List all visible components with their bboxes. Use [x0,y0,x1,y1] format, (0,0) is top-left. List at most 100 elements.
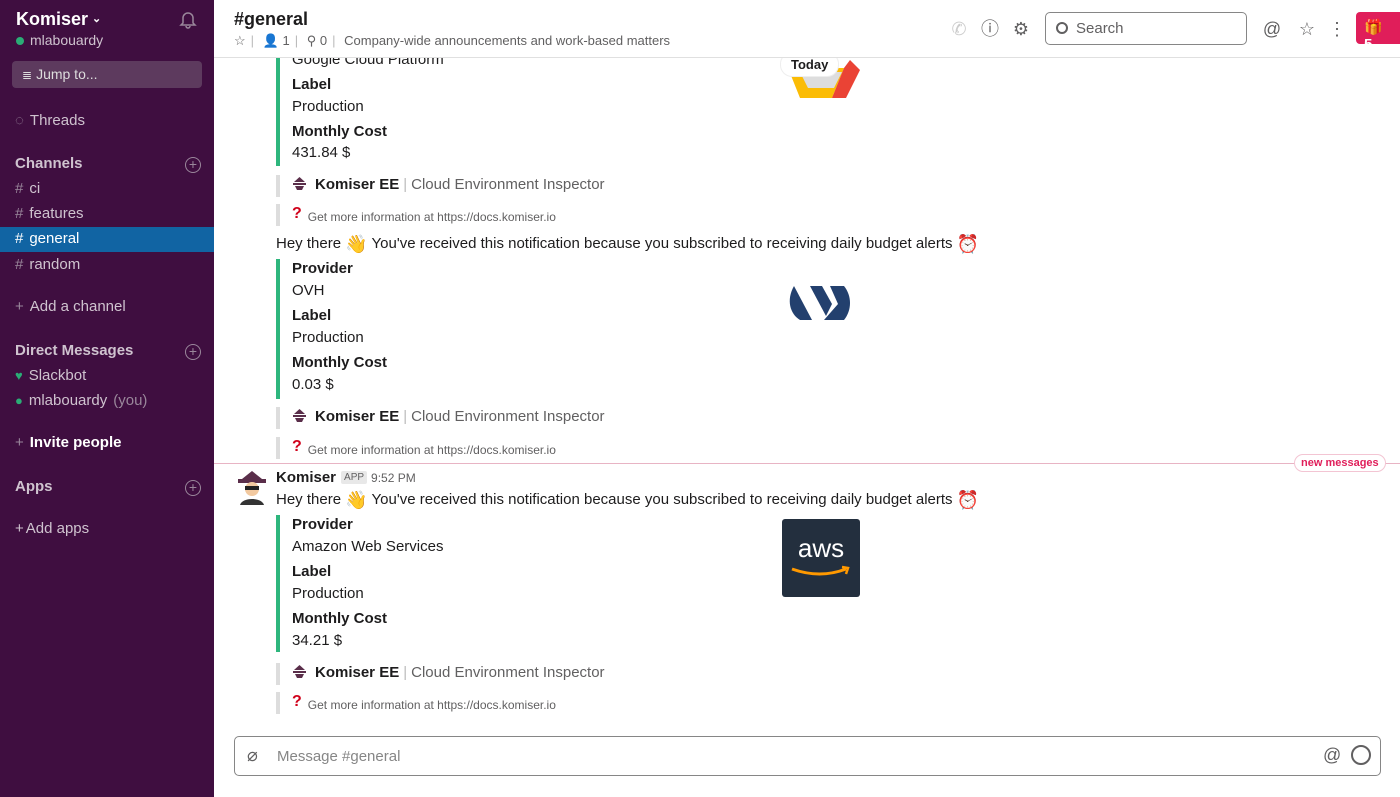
message-text: Hey there 👋 You've received this notific… [276,234,979,255]
label-title: Label [292,76,332,93]
gift-button[interactable]: 🎁 5 [1356,12,1400,53]
wave-icon: 👋 [345,234,368,254]
jump-label: Jump to... [36,66,98,82]
mentions-icon[interactable]: @ [1261,18,1283,40]
attachment-footer: Komiser EE | Cloud Environment Inspector [292,176,605,193]
workspace-name-label: Komiser [16,9,89,29]
search-input[interactable]: Search [1045,12,1247,45]
footer-bar [276,204,280,226]
you-suffix: (you) [113,392,148,409]
more-info-text: Get more information at https://docs.kom… [307,210,556,224]
add-channel-button[interactable]: + Add a channel [0,295,214,320]
jump-to-button[interactable]: ≣ Jump to... [12,61,202,88]
plus-icon: + [15,520,24,537]
attachment-bar [276,259,280,399]
attachment-footer: Komiser EE | Cloud Environment Inspector [292,408,605,425]
paperclip-icon[interactable]: ⌀ [247,745,258,766]
sidebar-item-general[interactable]: # general [0,227,214,252]
phone-icon[interactable]: ✆ [948,18,970,40]
aws-logo: aws [782,519,860,597]
today-divider: Today [780,58,840,77]
add-channel-icon[interactable]: + [185,157,201,173]
message-time[interactable]: 9:52 PM [371,471,416,485]
wave-icon: 👋 [345,490,368,510]
footer-bar [276,175,280,197]
add-app-icon[interactable]: + [185,480,201,496]
avatar[interactable] [236,469,268,505]
search-icon [1056,22,1068,34]
provider-title: Provider [292,260,353,277]
direct-messages-header[interactable]: Direct Messages [15,342,133,359]
plus-icon: + [15,434,24,451]
info-icon[interactable]: ⓘ [979,18,1001,40]
komiser-icon [293,409,306,422]
gift-icon: 🎁 [1364,19,1383,36]
invite-people-button[interactable]: + Invite people [0,431,214,456]
cost-title: Monthly Cost [292,354,387,371]
notification-text: You've received this notification becaus… [371,491,953,508]
invite-label: Invite people [29,434,122,451]
greeting: Hey there [276,235,342,252]
message-composer[interactable]: ⌀ Message #general @ [234,736,1381,776]
chevron-down-icon: ⌄ [92,13,102,25]
sidebar-item-features[interactable]: # features [0,202,214,227]
heart-icon: ♥ [15,368,23,383]
attachment-bar [276,515,280,652]
message-text: Hey there 👋 You've received this notific… [276,490,979,511]
workspace-user[interactable]: mlabouardy [16,32,103,48]
presence-icon [16,37,24,45]
user-name: mlabouardy [30,32,104,48]
provider-value: Google Cloud Platform [292,58,444,68]
sidebar-item-self[interactable]: ● mlabouardy (you) [0,389,214,414]
aws-logo-text: aws [797,533,845,563]
workspace-name[interactable]: Komiser ⌄ [16,9,101,30]
sidebar-item-threads[interactable]: ◌ Threads [0,109,214,134]
dm-label: mlabouardy [28,392,108,409]
star-icon[interactable]: ☆ [234,33,246,48]
hash-icon: # [15,256,24,273]
channels-header[interactable]: Channels [15,155,83,172]
footer-bar [276,437,280,459]
presence-icon: ● [15,393,23,408]
hash-icon: # [15,230,24,247]
more-info: ? Get more information at https://docs.ko… [292,205,556,224]
add-apps-label: Add apps [25,520,90,537]
channel-label: general [29,230,80,247]
provider-title: Provider [292,516,353,533]
label-title: Label [292,307,332,324]
label-value: Production [292,329,364,346]
sidebar-item-random[interactable]: # random [0,253,214,278]
starred-icon[interactable]: ☆ [1296,18,1318,40]
channel-label: ci [29,180,41,197]
threads-label: Threads [29,112,85,129]
add-dm-icon[interactable]: + [185,344,201,360]
pin-icon[interactable]: ⚲ [307,33,317,48]
sidebar-item-ci[interactable]: # ci [0,177,214,202]
member-icon[interactable]: 👤 [263,33,279,48]
message-list[interactable]: Google Cloud Platform Label Production M… [214,58,1400,728]
label-value: Production [292,585,364,602]
label-title: Label [292,563,332,580]
member-count[interactable]: 1 [282,33,289,48]
cost-value: 34.21 $ [292,632,343,649]
mention-icon[interactable]: @ [1323,745,1341,766]
provider-value: Amazon Web Services [292,538,444,555]
new-messages-label: new messages [1294,454,1386,472]
aws-smile-icon [791,565,850,576]
jump-icon: ≣ [22,68,33,82]
add-apps-button[interactable]: + Add apps [0,517,214,542]
emoji-icon[interactable] [1351,745,1371,765]
sender-name[interactable]: Komiser [276,469,336,486]
more-icon[interactable]: ⋮ [1326,18,1348,40]
question-icon: ? [292,438,302,455]
message-sender[interactable]: Komiser APP 9:52 PM [276,469,416,486]
cost-value: 0.03 $ [292,376,334,393]
apps-header[interactable]: Apps [15,478,53,495]
sidebar-item-slackbot[interactable]: ♥ Slackbot [0,364,214,389]
gear-icon[interactable]: ⚙ [1010,18,1032,40]
pin-count[interactable]: 0 [320,33,327,48]
footer-name: Komiser EE [315,664,400,681]
label-value: Production [292,98,364,115]
plus-icon: + [15,298,24,315]
bell-icon[interactable] [178,9,198,29]
